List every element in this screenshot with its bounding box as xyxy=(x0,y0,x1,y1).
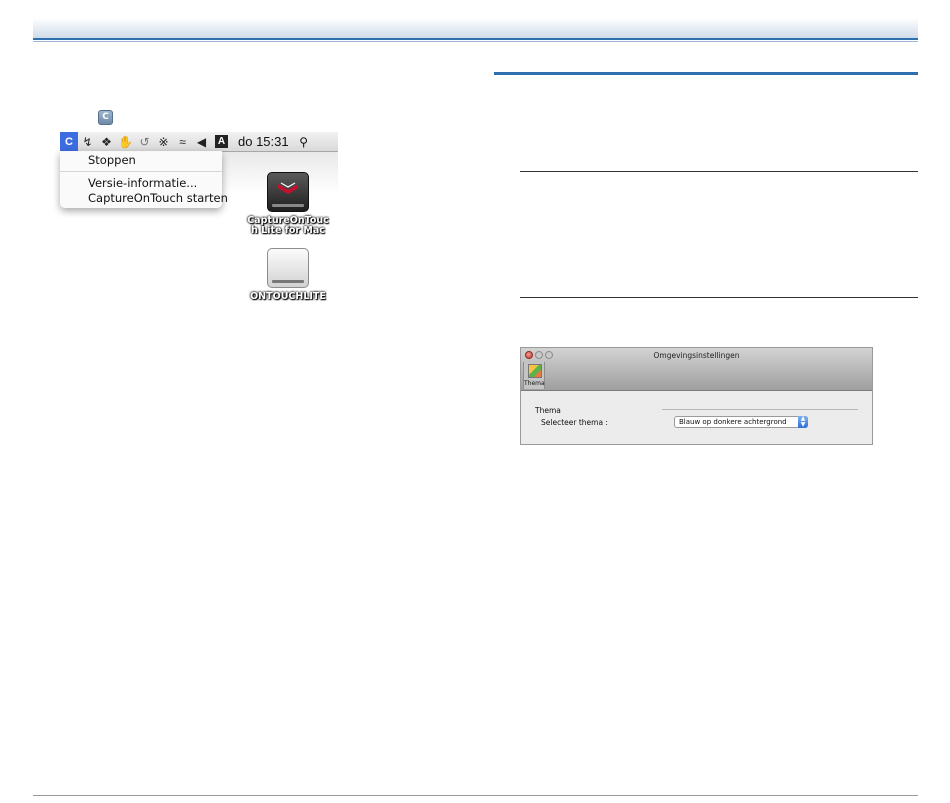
capture-on-touch-menu-icon[interactable]: C xyxy=(60,131,78,152)
menu-bar-clock[interactable]: do 15:31 xyxy=(232,132,295,152)
gesture-icon[interactable]: ✋ xyxy=(116,132,135,152)
menu-item-versie-informatie[interactable]: Versie-informatie... xyxy=(88,176,197,190)
divider xyxy=(520,297,918,298)
preferences-window: Omgevingsinstellingen Thema Thema Select… xyxy=(520,347,873,445)
footer-rule xyxy=(33,795,918,796)
toolbar-thema-button[interactable]: Thema xyxy=(523,362,545,389)
window-title: Omgevingsinstellingen xyxy=(653,351,740,360)
removable-drive-icon[interactable]: ONTOUCHLITE xyxy=(246,248,330,302)
wifi-icon[interactable]: ≈ xyxy=(173,132,192,152)
drive-shape xyxy=(267,248,309,288)
disk-image-shape xyxy=(267,172,309,212)
section-rule xyxy=(662,409,858,410)
theme-select[interactable]: Blauw op donkere achtergrond ▲ ▼ xyxy=(674,416,808,428)
capture-on-touch-menu: Stoppen Versie-informatie... CaptureOnTo… xyxy=(60,151,228,208)
menu-item-stoppen[interactable]: Stoppen xyxy=(88,153,136,167)
captureontouch-logo-icon xyxy=(278,182,298,194)
time-machine-icon[interactable]: ↺ xyxy=(135,132,154,152)
disk-label: h Lite for Mac xyxy=(251,225,325,236)
section-title: Thema xyxy=(535,406,561,415)
disk-label: ONTOUCHLITE xyxy=(250,291,326,302)
divider xyxy=(520,171,918,172)
select-arrows-icon: ▲ ▼ xyxy=(798,416,808,428)
evernote-icon[interactable]: ❖ xyxy=(97,132,116,152)
section-rule xyxy=(494,72,918,75)
menu-separator xyxy=(60,171,222,172)
volume-icon[interactable]: ◀ xyxy=(192,132,211,152)
mac-menu-bar: C ↯ ❖ ✋ ↺ ※ ≈ ◀ A do 15:31 ⚲ xyxy=(60,131,338,152)
window-toolbar: Omgevingsinstellingen Thema xyxy=(521,348,872,391)
disk-image-icon[interactable]: CaptureOnTouc h Lite for Mac xyxy=(246,172,330,236)
toolbar-button-label: Thema xyxy=(524,380,545,387)
header-bar xyxy=(33,18,918,42)
bluetooth-icon[interactable]: ※ xyxy=(154,132,173,152)
capture-on-touch-icon: C xyxy=(98,110,113,125)
theme-icon xyxy=(528,364,542,378)
eject-scanner-icon[interactable]: ↯ xyxy=(78,132,97,152)
menu-item-captureontouch-starten[interactable]: CaptureOnTouch starten xyxy=(88,191,228,205)
theme-select-value: Blauw op donkere achtergrond xyxy=(679,418,787,426)
input-menu-icon[interactable]: A xyxy=(215,135,228,148)
spotlight-icon[interactable]: ⚲ xyxy=(295,132,313,152)
select-theme-label: Selecteer thema : xyxy=(541,418,608,427)
